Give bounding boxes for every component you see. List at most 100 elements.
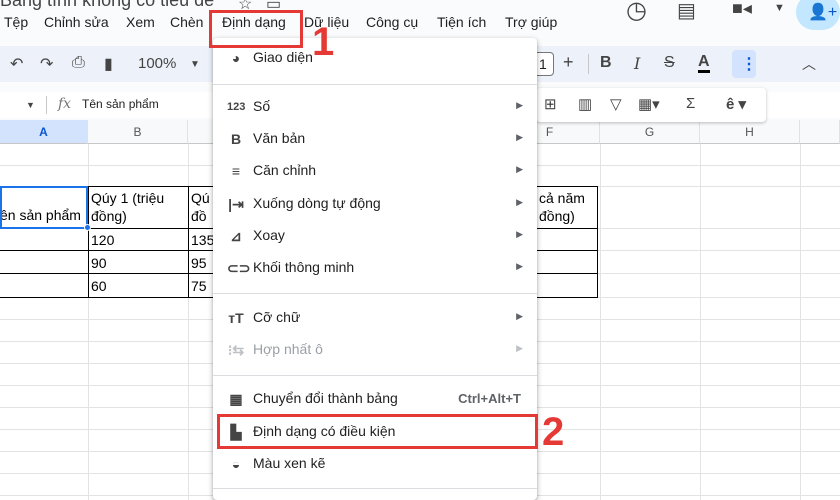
table-border (0, 273, 214, 274)
increase-font-icon[interactable]: + (563, 52, 574, 73)
smart-chip-icon: ⊂⊃ (227, 260, 251, 276)
menu-separator (213, 488, 537, 489)
table-icon: ▦ (229, 391, 243, 407)
menu-item-alignment[interactable]: ≡ Căn chỉnh ▶ (213, 155, 537, 187)
name-box-chevron-icon[interactable]: ▼ (26, 100, 35, 110)
column-header-h[interactable]: H (700, 120, 800, 144)
bold-icon[interactable]: B (600, 54, 612, 72)
insert-comment-icon[interactable]: ⊞ (544, 95, 557, 113)
menu-item-number[interactable]: 123 Số ▶ (213, 91, 537, 123)
comment-icon[interactable]: ▤ (677, 0, 696, 23)
menu-edit[interactable]: Chỉnh sửa (44, 14, 109, 30)
table-border (597, 186, 598, 297)
formula-input[interactable]: Tên sản phẩm (82, 97, 159, 111)
annotation-number-2: 2 (542, 410, 565, 454)
submenu-arrow-icon: ▶ (516, 229, 523, 239)
table-border (0, 250, 214, 251)
merge-icon: ⁝⇆ (227, 342, 245, 358)
number-123-icon: 123 (227, 101, 246, 113)
table-border (537, 273, 598, 274)
menu-item-wrapping[interactable]: |⇥ Xuống dòng tự động ▶ (213, 188, 537, 220)
selected-cell[interactable] (0, 186, 88, 229)
cell-c2[interactable]: 135 (191, 231, 214, 249)
table-border (537, 228, 598, 229)
fx-icon: fx (58, 96, 72, 112)
menu-tools[interactable]: Công cụ (366, 14, 418, 30)
menu-item-merge-cells[interactable]: ⁝⇆ Hợp nhất ô ▶ (213, 334, 537, 366)
menu-item-font-size[interactable]: тT Cỡ chữ ▶ (213, 302, 537, 334)
annotation-box-2 (217, 414, 538, 449)
redo-icon[interactable]: ↷ (40, 54, 53, 74)
submenu-arrow-icon: ▶ (516, 311, 523, 321)
menu-item-smart-chips[interactable]: ⊂⊃ Khối thông minh ▶ (213, 252, 537, 284)
italic-icon[interactable]: I (634, 54, 640, 73)
filter-icon[interactable]: ▽ (610, 95, 622, 113)
cell-b1-line1[interactable]: Qúy 1 (triệu (91, 189, 164, 207)
collapse-toolbar-icon[interactable]: ︿ (802, 54, 816, 74)
chevron-down-icon[interactable]: ▼ (774, 2, 785, 14)
table-border (88, 186, 89, 297)
divider (588, 54, 589, 74)
input-tools-icon[interactable]: ê ▾ (726, 95, 746, 113)
wrap-icon: |⇥ (228, 196, 244, 212)
font-size-icon: тT (228, 310, 244, 326)
zoom-chevron-icon[interactable]: ▼ (190, 59, 200, 70)
cell-b3[interactable]: 90 (91, 254, 107, 272)
cell-c4[interactable]: 75 (191, 277, 207, 295)
document-title[interactable]: Bảng tính không có tiêu đề (0, 0, 214, 11)
more-options-button[interactable]: ⋮ (732, 50, 757, 78)
menu-item-alternating-colors[interactable]: ◒ Màu xen kẽ (213, 448, 537, 480)
history-icon[interactable]: ◷ (626, 0, 647, 25)
fill-handle[interactable] (84, 224, 91, 231)
table-border (188, 186, 189, 297)
cell-f1-line1[interactable]: cả năm (539, 189, 585, 207)
cell-b4[interactable]: 60 (91, 277, 107, 295)
shortcut-label: Ctrl+Alt+T (458, 391, 521, 406)
submenu-arrow-icon: ▶ (516, 132, 523, 142)
menu-view[interactable]: Xem (126, 14, 155, 30)
cell-f1-line2[interactable]: đồng) (539, 207, 575, 225)
menu-item-text[interactable]: B Văn bản ▶ (213, 123, 537, 155)
zoom-select[interactable]: 100% (138, 55, 176, 72)
annotation-box-1 (209, 10, 303, 48)
menu-separator (213, 84, 537, 85)
menu-file[interactable]: Tệp (4, 14, 28, 30)
bold-icon: B (230, 131, 242, 147)
column-header-g[interactable]: G (600, 120, 700, 144)
text-color-icon[interactable]: A (698, 54, 710, 73)
cell-b2[interactable]: 120 (91, 231, 114, 249)
functions-icon[interactable]: Σ (686, 95, 695, 112)
cell-c1-line2[interactable]: đồ (191, 207, 207, 225)
menu-separator (213, 293, 537, 294)
table-border (537, 186, 598, 187)
menu-help[interactable]: Trợ giúp (505, 14, 557, 30)
cell-b1-line2[interactable]: đồng) (91, 207, 127, 225)
menu-item-rotation[interactable]: ⊿ Xoay ▶ (213, 220, 537, 252)
submenu-arrow-icon: ▶ (516, 197, 523, 207)
share-button[interactable]: 👤+ (796, 0, 840, 30)
menu-item-convert-to-table[interactable]: ▦ Chuyển đổi thành bảng Ctrl+Alt+T (213, 383, 537, 415)
column-header-i[interactable] (800, 120, 840, 144)
menu-extensions[interactable]: Tiện ích (437, 14, 486, 30)
column-header-b[interactable]: B (88, 120, 188, 144)
column-header-a[interactable]: A (0, 120, 88, 144)
divider (46, 96, 47, 114)
insert-chart-icon[interactable]: ▥ (578, 95, 592, 113)
add-person-icon: 👤+ (808, 4, 838, 21)
meet-icon[interactable]: ■◂ (732, 0, 752, 19)
paint-format-icon[interactable]: ▮ (104, 54, 113, 74)
filter-views-icon[interactable]: ▦▾ (638, 95, 660, 113)
rotate-icon: ⊿ (230, 228, 242, 244)
fill-drop-icon: ◒ (231, 456, 241, 472)
strikethrough-icon[interactable]: S (664, 54, 675, 72)
grid-line (700, 144, 701, 500)
menu-insert[interactable]: Chèn (170, 14, 203, 30)
table-border (537, 250, 598, 251)
submenu-arrow-icon: ▶ (516, 164, 523, 174)
print-icon[interactable]: ⎙ (72, 54, 85, 72)
submenu-arrow-icon: ▶ (516, 100, 523, 110)
undo-icon[interactable]: ↶ (10, 54, 23, 74)
cell-c1-line1[interactable]: Qú (191, 189, 210, 207)
cell-c3[interactable]: 95 (191, 254, 207, 272)
grid-line (800, 144, 801, 500)
